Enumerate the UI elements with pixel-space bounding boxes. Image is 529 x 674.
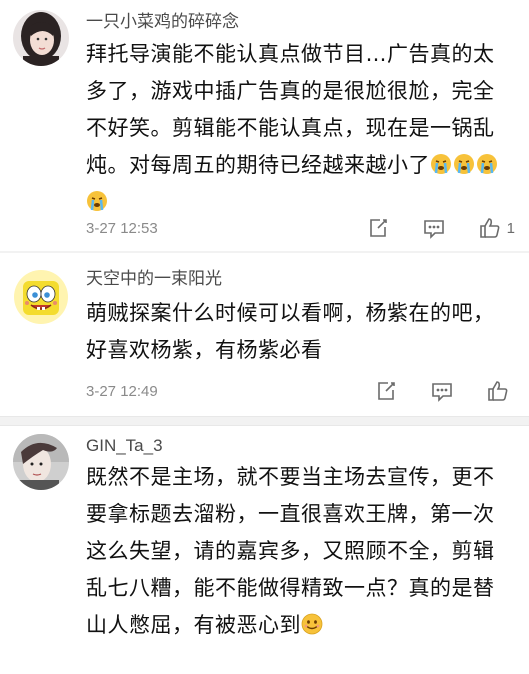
username[interactable]: 一只小菜鸡的碎碎念 (86, 10, 239, 34)
crying-emoji (430, 150, 452, 174)
crying-emoji (86, 187, 108, 211)
like-button[interactable]: 1 (479, 217, 515, 239)
like-count: 1 (506, 219, 515, 237)
comment-actions (341, 371, 515, 411)
comment-text-content: 既然不是主场，就不要当主场去宣传，更不要拿标题去溜粉，一直很喜欢王牌，第一次这么… (86, 465, 495, 637)
reply-button[interactable] (431, 380, 453, 402)
share-button[interactable] (367, 217, 389, 239)
thumbs-up-icon (479, 218, 500, 238)
comment-text: 拜托导演能不能认真点做节目…广告真的太多了，游戏中插广告真的是很尬很尬，完全不好… (86, 36, 511, 221)
comment-meta: 3-27 12:49 (86, 371, 515, 411)
comment-icon (432, 383, 452, 402)
comment-icon (423, 220, 444, 239)
share-icon (378, 382, 395, 400)
username[interactable]: GIN_Ta_3 (86, 434, 163, 458)
comment-text: 萌贼探案什么时候可以看啊，杨紫在的吧，好喜欢杨紫，有杨紫必看 (86, 301, 495, 362)
thumbs-up-icon (488, 381, 508, 401)
smile-emoji (301, 610, 323, 635)
crying-emoji (476, 150, 498, 174)
avatar[interactable] (13, 434, 69, 490)
avatar[interactable] (13, 10, 69, 66)
like-button[interactable] (487, 380, 515, 402)
comment-actions: 1 (333, 208, 515, 248)
divider (0, 251, 529, 253)
share-button[interactable] (375, 380, 397, 402)
timestamp: 3-27 12:53 (86, 219, 158, 237)
crying-emoji (453, 150, 475, 174)
timestamp: 3-27 12:49 (86, 382, 158, 400)
reply-button[interactable] (423, 217, 445, 239)
share-icon (369, 219, 387, 237)
divider (0, 416, 529, 426)
comment-text: 既然不是主场，就不要当主场去宣传，更不要拿标题去溜粉，一直很喜欢王牌，第一次这么… (86, 459, 511, 644)
avatar[interactable] (13, 269, 69, 325)
comment-meta: 3-27 12:53 1 (86, 208, 515, 248)
username[interactable]: 天空中的一束阳光 (86, 267, 222, 291)
